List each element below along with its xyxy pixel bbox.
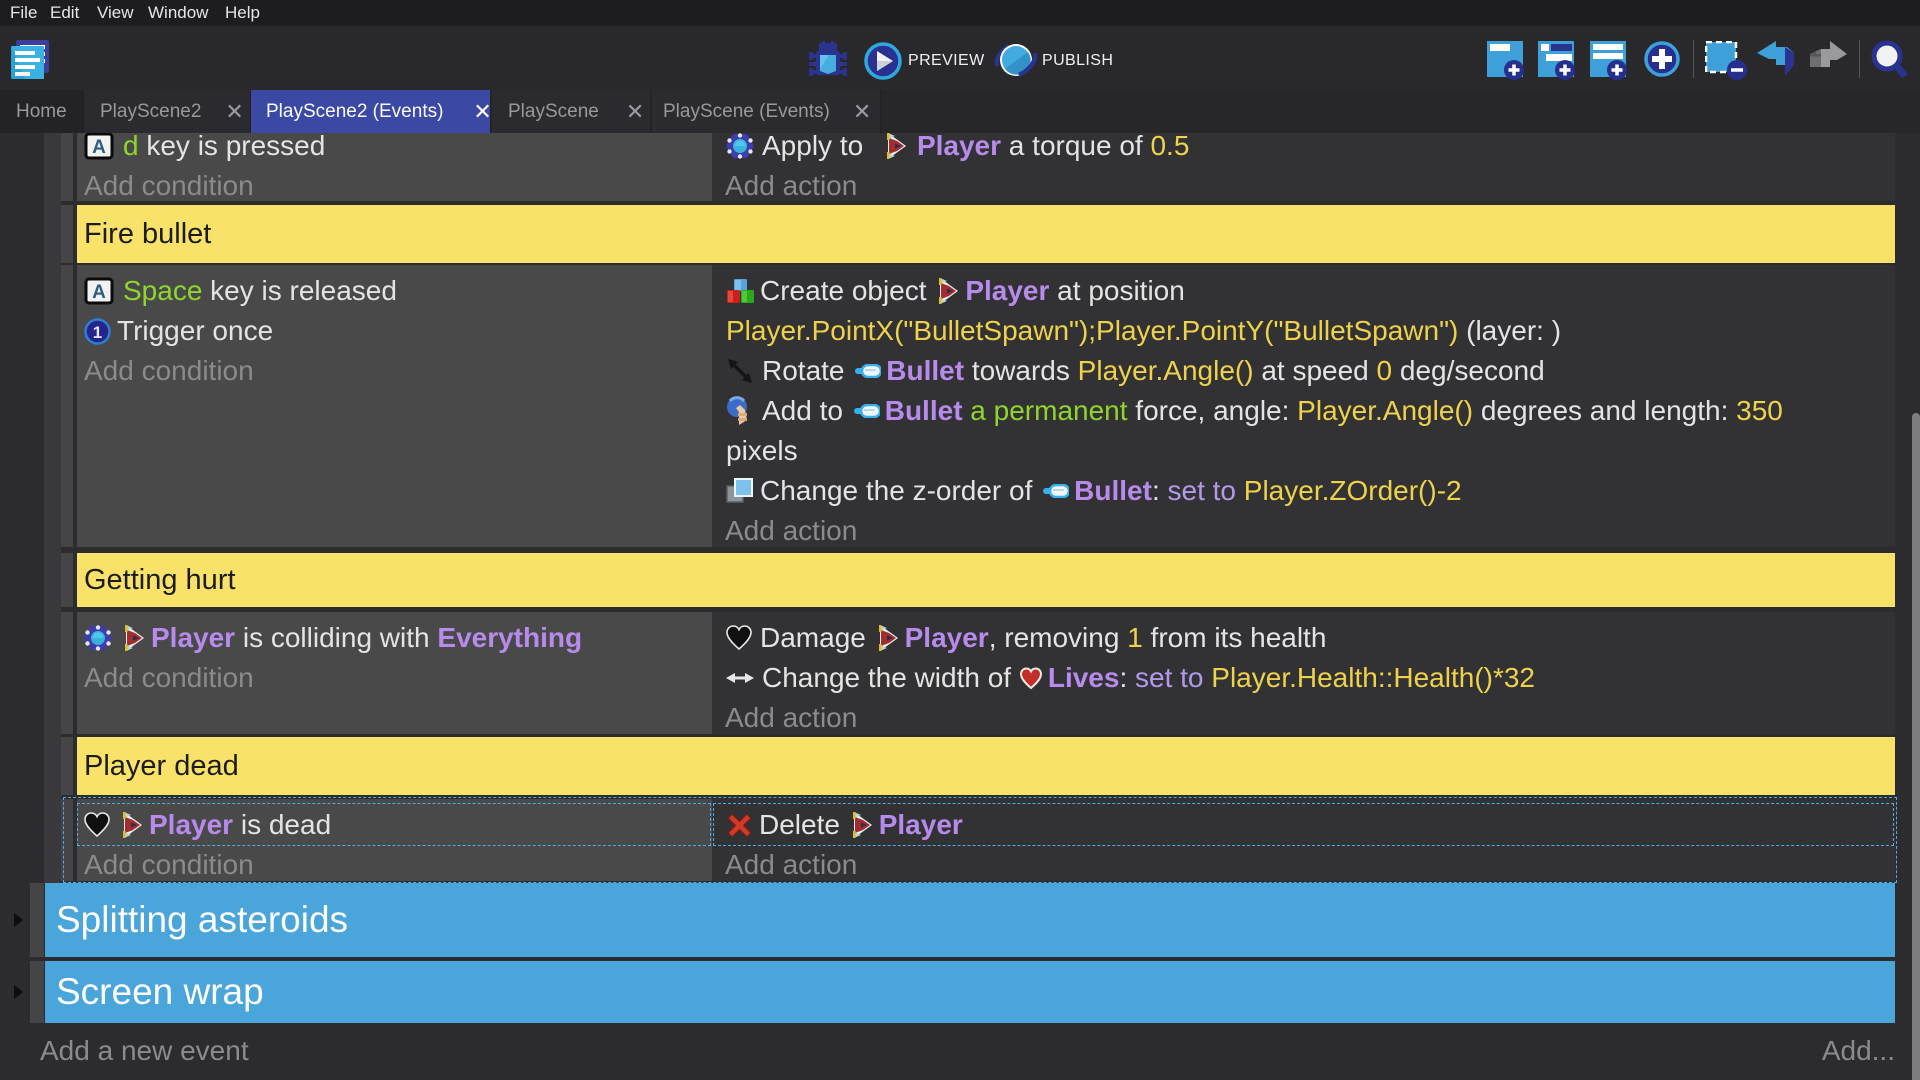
svg-text:A: A bbox=[92, 282, 106, 303]
svg-text:A: A bbox=[92, 137, 106, 158]
svg-text:1: 1 bbox=[93, 323, 102, 342]
